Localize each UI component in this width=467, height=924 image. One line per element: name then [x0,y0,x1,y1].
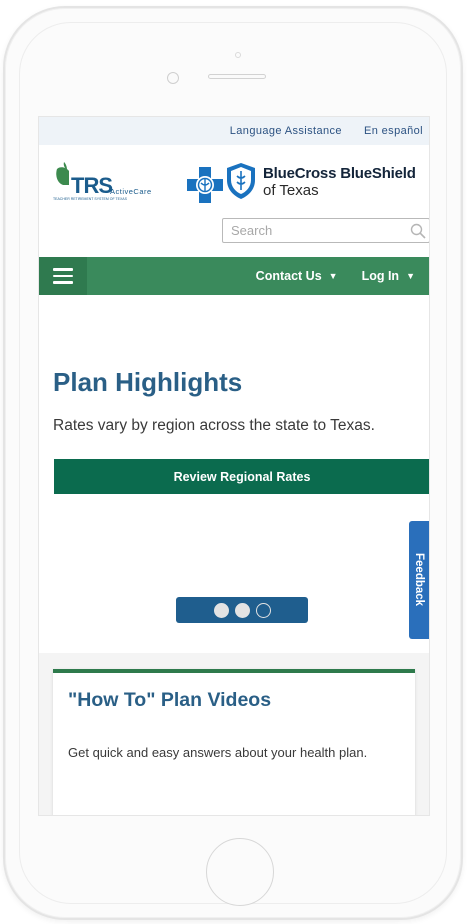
menu-icon[interactable] [39,257,87,295]
log-in-dropdown[interactable]: Log In ▼ [362,269,415,283]
phone-screen: Language Assistance En español TRS Activ… [38,116,430,816]
language-assistance-link[interactable]: Language Assistance [230,125,342,137]
log-in-label: Log In [361,269,400,283]
header-logos: TRS ActiveCare TEACHER RETIREMENT SYSTEM… [39,145,429,215]
search-input[interactable] [223,219,407,242]
trs-tagline: TEACHER RETIREMENT SYSTEM OF TEXAS [53,197,127,201]
carousel-dot-3[interactable] [255,602,271,618]
earpiece-speaker [208,74,266,79]
trs-activecare-logo[interactable]: TRS ActiveCare TEACHER RETIREMENT SYSTEM… [53,161,161,205]
howto-description: Get quick and easy answers about your he… [68,745,368,760]
page-title: Plan Highlights [53,367,243,397]
contact-us-label: Contact Us [255,269,322,283]
espanol-link[interactable]: En español [364,125,423,137]
proximity-sensor [235,52,241,58]
home-button[interactable] [206,838,274,906]
feedback-tab[interactable]: Feedback [409,521,429,639]
blueshield-icon[interactable] [227,163,255,199]
howto-section: "How To" Plan Videos Get quick and easy … [39,653,429,815]
hero-description: Rates vary by region across the state to… [53,417,375,434]
utility-bar: Language Assistance En español [39,117,429,145]
activecare-wordmark: ActiveCare [110,187,152,196]
caret-down-icon: ▼ [328,271,338,281]
hero-carousel-slide: Plan Highlights Rates vary by region acr… [39,295,429,653]
howto-title: "How To" Plan Videos [68,689,272,711]
howto-card: "How To" Plan Videos Get quick and easy … [53,669,415,815]
main-navbar: Contact Us ▼ Log In ▼ [39,257,429,295]
front-camera [167,72,179,84]
search-icon[interactable] [407,220,429,242]
search-area [39,215,429,257]
feedback-label: Feedback [413,553,425,607]
nav-actions: Contact Us ▼ Log In ▼ [256,269,429,283]
carousel-dot-1[interactable] [213,602,229,618]
carousel-dot-2[interactable] [234,602,250,618]
bcbs-wordmark: BlueCross BlueShield [263,165,416,182]
bluecross-icon[interactable] [187,167,223,203]
carousel-pagination [176,597,308,623]
bcbs-state: of Texas [263,182,319,199]
search-box [222,218,429,243]
contact-us-dropdown[interactable]: Contact Us ▼ [256,269,338,283]
caret-down-icon: ▼ [406,271,415,281]
review-regional-rates-button[interactable]: Review Regional Rates [54,459,429,494]
trs-wordmark: TRS [71,173,113,198]
